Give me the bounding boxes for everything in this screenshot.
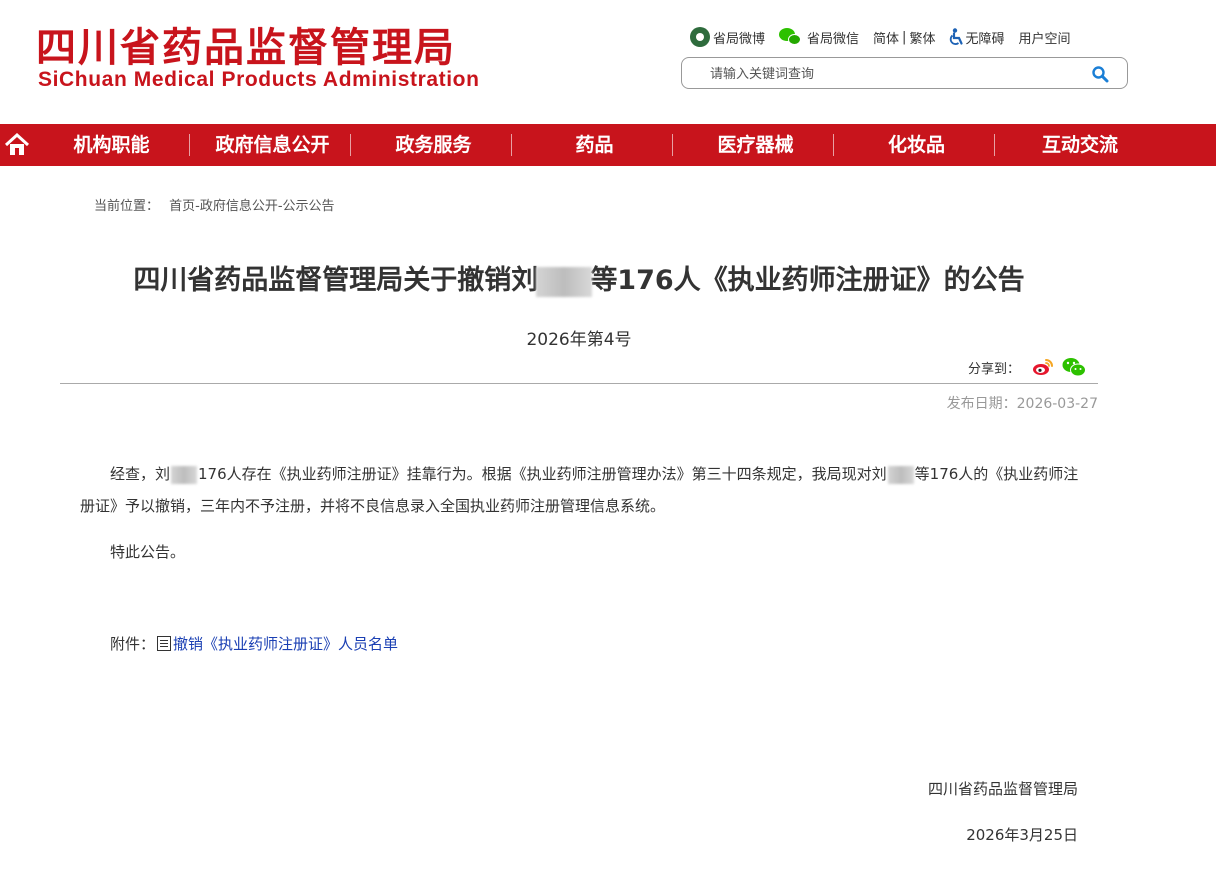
signature-organization: 四川省药品监督管理局 (927, 780, 1078, 798)
article-body-paragraph: 经查，刘 176人存在《执业药师注册证》挂靠行为。根据《执业药师注册管理办法》第三… (80, 458, 1080, 522)
search-box (681, 57, 1128, 89)
accessibility-link-label: 无障碍 (965, 31, 1005, 47)
accessibility-icon (950, 28, 964, 45)
publish-date: 发布日期：2026-03-27 (946, 396, 1098, 412)
redacted-name (171, 465, 198, 484)
document-icon (157, 636, 172, 651)
nav-item-devices[interactable]: 医疗器械 (678, 124, 833, 166)
nav-divider (994, 134, 995, 156)
wechat-icon (779, 28, 803, 46)
site-logo-en[interactable]: SiChuan Medical Products Administration (38, 68, 480, 92)
weibo-share-icon[interactable] (1032, 358, 1054, 376)
attachment-row: 附件： 撤销《执业药师注册证》人员名单 (110, 633, 398, 654)
user-space-link[interactable]: 用户空间 (1018, 28, 1070, 47)
user-space-link-label: 用户空间 (1018, 31, 1071, 47)
weibo-link-label: 省局微博 (713, 31, 766, 47)
redacted-name (536, 266, 593, 297)
language-separator: | (902, 29, 907, 45)
article-title-part2: 等176人《执业药师注册证》的公告 (590, 265, 1025, 296)
redacted-name (887, 465, 914, 484)
share-label: 分享到： (968, 361, 1021, 377)
article-closing: 特此公告。 (110, 543, 186, 561)
nav-item-services[interactable]: 政务服务 (356, 124, 511, 166)
signature-date: 2026年3月25日 (966, 826, 1078, 844)
wechat-link[interactable]: 省局微信 (779, 28, 859, 47)
nav-item-drugs[interactable]: 药品 (517, 124, 672, 166)
search-icon[interactable] (1091, 65, 1109, 83)
breadcrumb-path[interactable]: 首页-政府信息公开-公示公告 (169, 199, 334, 214)
search-input[interactable] (710, 64, 1070, 84)
top-utility-links: 省局微博 省局微信 简体 | 繁体 无障碍 用户空间 (690, 26, 1084, 48)
traditional-chinese-link[interactable]: 繁体 (909, 28, 935, 47)
main-nav: 机构职能 政府信息公开 政务服务 药品 医疗器械 化妆品 互动交流 (0, 124, 1216, 166)
wechat-link-label: 省局微信 (807, 31, 860, 47)
nav-item-institution[interactable]: 机构职能 (34, 124, 189, 166)
site-header: 四川省药品监督管理局 SiChuan Medical Products Admi… (0, 0, 1216, 124)
article-title: 四川省药品监督管理局关于撤销刘 等176人《执业药师注册证》的公告 (60, 258, 1098, 297)
nav-home-button[interactable] (0, 124, 34, 166)
title-divider (60, 383, 1098, 384)
paragraph-text: 经查，刘 (110, 465, 171, 483)
attachment-label: 附件： (110, 635, 156, 653)
nav-item-interaction[interactable]: 互动交流 (1000, 124, 1160, 166)
nav-divider (833, 134, 834, 156)
nav-item-cosmetics[interactable]: 化妆品 (839, 124, 994, 166)
home-icon (4, 133, 30, 155)
accessibility-link[interactable]: 无障碍 (949, 28, 1004, 47)
language-switch: 简体 | 繁体 (873, 28, 935, 47)
article-title-part1: 四川省药品监督管理局关于撤销刘 (133, 265, 539, 296)
simplified-chinese-link[interactable]: 简体 (873, 28, 899, 47)
wechat-share-icon[interactable] (1062, 357, 1087, 377)
nav-item-gov-info[interactable]: 政府信息公开 (195, 124, 350, 166)
share-bar: 分享到： (968, 357, 1087, 377)
nav-divider (672, 134, 673, 156)
nav-divider (511, 134, 512, 156)
nav-divider (350, 134, 351, 156)
weibo-icon (690, 27, 710, 47)
attachment-link[interactable]: 撤销《执业药师注册证》人员名单 (173, 633, 398, 654)
paragraph-text: 176人存在《执业药师注册证》挂靠行为。根据《执业药师注册管理办法》第三十四条规… (198, 465, 887, 483)
breadcrumb-label: 当前位置： (94, 199, 160, 214)
nav-divider (189, 134, 190, 156)
breadcrumb: 当前位置： 首页-政府信息公开-公示公告 (94, 195, 335, 214)
site-logo-cn[interactable]: 四川省药品监督管理局 (36, 26, 456, 70)
article-number: 2026年第4号 (526, 330, 632, 350)
weibo-link[interactable]: 省局微博 (690, 27, 765, 47)
